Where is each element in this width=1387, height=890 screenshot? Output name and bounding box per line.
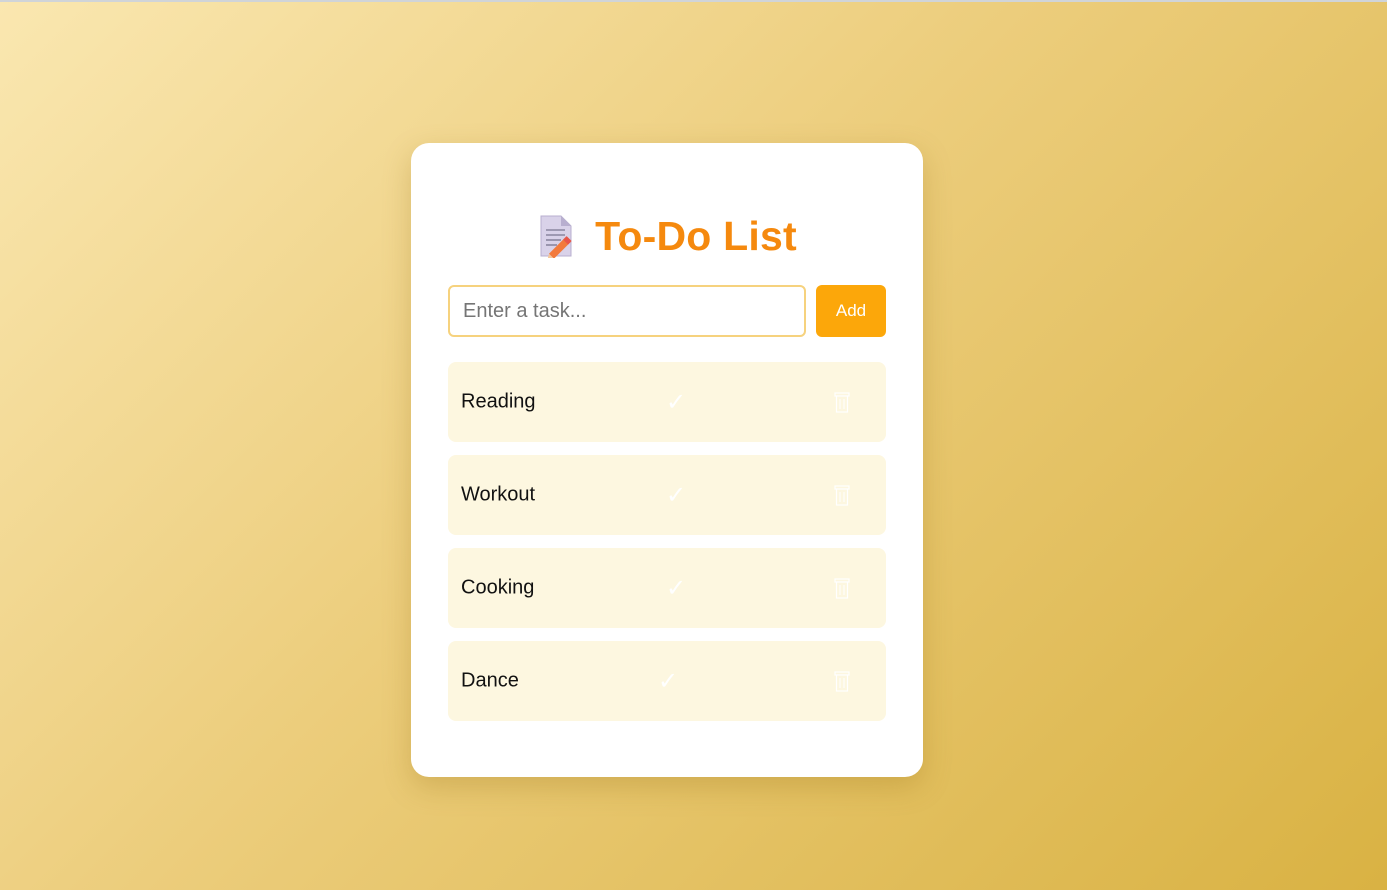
- title-row: To-Do List: [411, 211, 923, 261]
- check-icon[interactable]: ✓: [661, 480, 691, 510]
- todo-card: To-Do List Add Reading ✓ Workout ✓: [411, 143, 923, 777]
- task-item: Cooking ✓: [448, 548, 886, 628]
- task-input[interactable]: [448, 285, 806, 337]
- trash-icon[interactable]: [834, 577, 850, 599]
- task-list: Reading ✓ Workout ✓ Cooking ✓ Dance ✓: [448, 362, 886, 734]
- task-label: Workout: [461, 483, 536, 506]
- check-icon[interactable]: ✓: [661, 387, 691, 417]
- task-item: Dance ✓: [448, 641, 886, 721]
- task-item: Workout ✓: [448, 455, 886, 535]
- task-label: Cooking: [461, 576, 535, 599]
- check-icon[interactable]: ✓: [653, 666, 683, 696]
- trash-icon[interactable]: [834, 670, 850, 692]
- trash-icon[interactable]: [834, 484, 850, 506]
- task-label: Dance: [461, 669, 519, 692]
- page-title: To-Do List: [595, 212, 797, 259]
- check-icon[interactable]: ✓: [661, 573, 691, 603]
- add-button[interactable]: Add: [816, 285, 886, 337]
- trash-icon[interactable]: [834, 391, 850, 413]
- memo-pencil-icon: [537, 214, 577, 261]
- task-item: Reading ✓: [448, 362, 886, 442]
- task-label: Reading: [461, 390, 536, 413]
